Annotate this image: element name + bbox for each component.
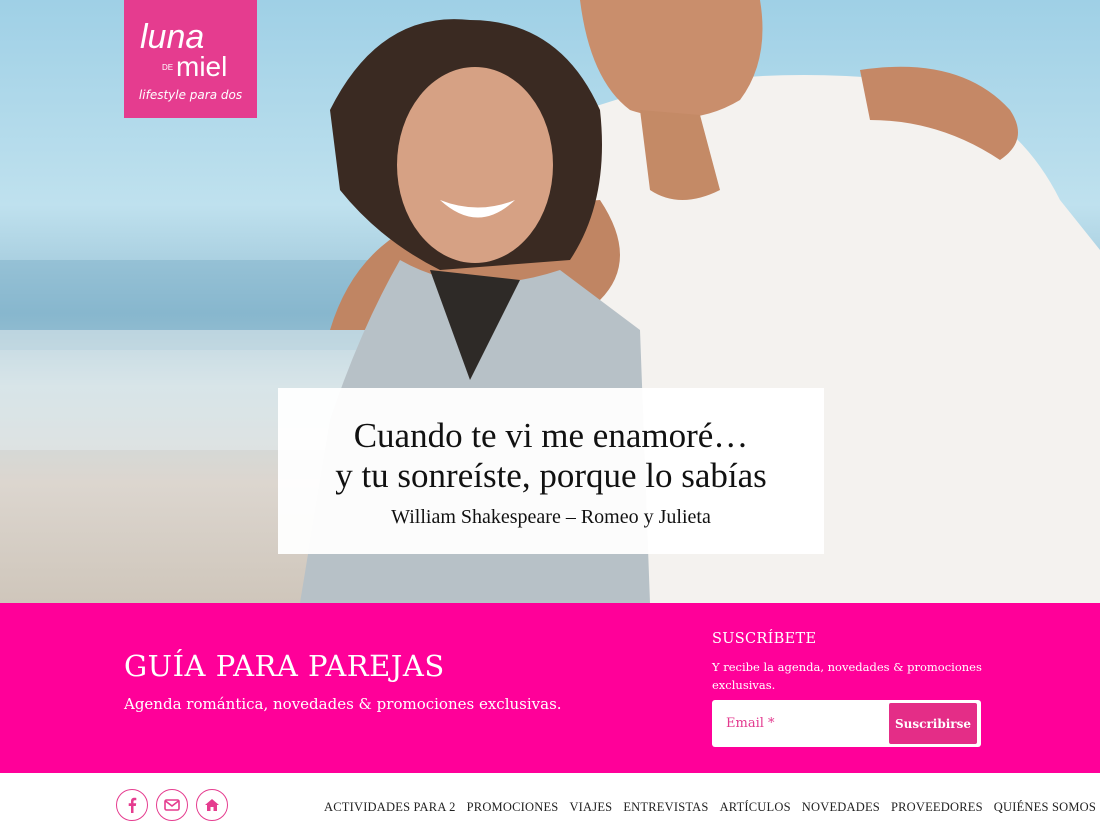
nav-item-viajes[interactable]: VIAJES <box>569 800 612 815</box>
nav-item-quienes-somos[interactable]: QUIÉNES SOMOS <box>994 800 1096 815</box>
band-subtitle: Agenda romántica, novedades & promocione… <box>124 695 562 713</box>
luna-de-miel-logo: luna DE miel <box>140 18 227 82</box>
subscribe-button[interactable]: Suscribirse <box>889 703 977 744</box>
quote-attribution: William Shakespeare – Romeo y Julieta <box>391 506 711 528</box>
facebook-link[interactable] <box>116 789 148 821</box>
site-logo[interactable]: luna DE miel lifestyle para dos <box>124 0 257 118</box>
nav-item-promociones[interactable]: PROMOCIONES <box>467 800 559 815</box>
nav-item-proveedores[interactable]: PROVEEDORES <box>891 800 983 815</box>
email-input[interactable] <box>712 700 887 747</box>
footer-nav-bar: ACTIVIDADES PARA 2 PROMOCIONES VIAJES EN… <box>0 773 1100 825</box>
envelope-icon <box>164 799 180 811</box>
nav-item-actividades[interactable]: ACTIVIDADES PARA 2 <box>324 800 456 815</box>
subscribe-title: SUSCRÍBETE <box>712 631 817 647</box>
svg-text:DE: DE <box>162 63 173 72</box>
nav-item-entrevistas[interactable]: ENTREVISTAS <box>623 800 708 815</box>
main-nav: ACTIVIDADES PARA 2 PROMOCIONES VIAJES EN… <box>324 800 1096 815</box>
email-link[interactable] <box>156 789 188 821</box>
subscribe-form: Suscribirse <box>712 700 981 747</box>
hero-banner: luna DE miel lifestyle para dos Cuando t… <box>0 0 1100 603</box>
quote-line-1: Cuando te vi me enamoré… <box>353 416 749 455</box>
social-links <box>116 789 228 821</box>
quote-line-2: y tu sonreíste, porque lo sabías <box>335 456 767 495</box>
nav-item-articulos[interactable]: ARTÍCULOS <box>720 800 791 815</box>
logo-tagline: lifestyle para dos <box>138 88 243 102</box>
band-title: GUÍA PARA PAREJAS <box>124 649 445 683</box>
quote-box: Cuando te vi me enamoré… y tu sonreíste,… <box>278 388 824 554</box>
subscribe-text: Y recibe la agenda, novedades & promocio… <box>712 660 982 692</box>
facebook-icon <box>128 797 137 813</box>
svg-text:miel: miel <box>176 51 227 82</box>
nav-item-novedades[interactable]: NOVEDADES <box>802 800 880 815</box>
home-link[interactable] <box>196 789 228 821</box>
home-icon <box>205 799 219 811</box>
guide-band: GUÍA PARA PAREJAS Agenda romántica, nove… <box>0 603 1100 773</box>
